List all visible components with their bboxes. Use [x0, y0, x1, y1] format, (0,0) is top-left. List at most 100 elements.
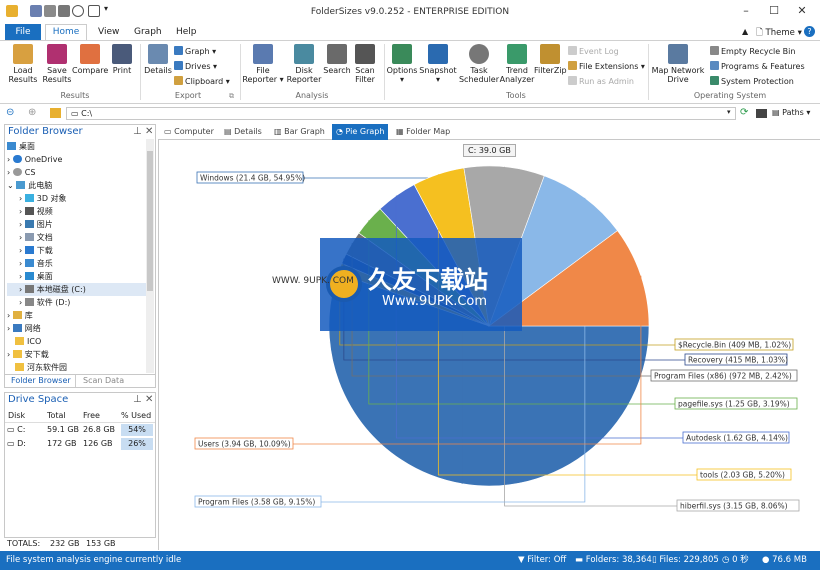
pin-icon[interactable]: ⊥: [133, 125, 142, 138]
console-icon[interactable]: [756, 109, 767, 118]
tools-group-label: Tools: [506, 91, 526, 100]
tree-item[interactable]: › 库: [7, 309, 147, 322]
collapse-ribbon-icon[interactable]: ▲: [742, 27, 748, 36]
save-results-button[interactable]: Save Results: [40, 44, 74, 84]
tab-bar-graph[interactable]: ▥ Bar Graph: [270, 124, 329, 140]
tree-item[interactable]: ICO: [7, 335, 147, 348]
slice-label: Program Files (3.58 GB, 9.15%): [198, 498, 315, 507]
tab-folder-map-label: Folder Map: [406, 127, 451, 136]
tree-item[interactable]: › OneDrive: [7, 153, 147, 166]
scrollbar-thumb[interactable]: [147, 151, 153, 291]
help-icon[interactable]: ?: [804, 26, 815, 37]
load-results-button[interactable]: Load Results: [6, 44, 40, 84]
folder-up-icon[interactable]: [50, 108, 61, 118]
tree-item[interactable]: › CS: [7, 166, 147, 179]
tree-item[interactable]: › 桌面: [7, 270, 147, 283]
tab-graph[interactable]: Graph: [126, 24, 170, 40]
header-used[interactable]: % Used: [121, 409, 151, 423]
pin-icon[interactable]: ⊥: [133, 393, 142, 406]
table-row[interactable]: ▭ C: 59.1 GB 26.8 GB 54%: [5, 423, 155, 437]
options-button[interactable]: Options ▾: [386, 44, 418, 84]
file-extensions-button[interactable]: File Extensions ▾: [568, 60, 645, 73]
forward-icon[interactable]: ⊕: [28, 107, 36, 118]
header-free[interactable]: Free: [83, 409, 100, 423]
tree-item[interactable]: › 音乐: [7, 257, 147, 270]
tree-item-label: 视频: [36, 207, 53, 216]
export-drives-button[interactable]: Drives ▾: [174, 60, 217, 73]
pie-chart: Windows (21.4 GB, 54.95%) $Recycle.Bin (4…: [194, 165, 800, 512]
event-log-button[interactable]: Event Log: [568, 45, 619, 58]
tree-item[interactable]: › 文档: [7, 231, 147, 244]
tab-pie-graph[interactable]: ◔ Pie Graph: [332, 124, 389, 140]
close-button[interactable]: ✕: [792, 4, 812, 18]
export-graph-button[interactable]: Graph ▾: [174, 45, 216, 58]
header-total[interactable]: Total: [47, 409, 66, 423]
path-dropdown-icon[interactable]: ▾: [727, 108, 731, 116]
file-menu[interactable]: File: [5, 24, 41, 40]
search-button[interactable]: Search: [322, 44, 352, 75]
close-pane-icon[interactable]: ✕: [145, 393, 153, 406]
map-network-drive-button[interactable]: Map Network Drive: [650, 44, 706, 84]
files-status: ▯ Files: 229,805: [652, 551, 719, 570]
export-clipboard-button[interactable]: Clipboard ▾: [174, 75, 230, 88]
file-reporter-button[interactable]: File Reporter ▾: [242, 44, 284, 84]
tab-help[interactable]: Help: [168, 24, 205, 40]
snapshot-button[interactable]: Snapshot ▾: [418, 44, 458, 84]
folder-icon: [12, 350, 22, 358]
tab-folder-browser[interactable]: Folder Browser: [7, 375, 76, 387]
network-drive-icon: [668, 44, 688, 64]
tree-item[interactable]: › 视频: [7, 205, 147, 218]
path-input[interactable]: ▭ C:\: [66, 107, 736, 120]
paths-button[interactable]: ▤ Paths ▾: [772, 108, 810, 117]
slice-label: hiberfil.sys (3.15 GB, 8.06%): [680, 502, 788, 511]
trend-analyzer-button[interactable]: Trend Analyzer: [498, 44, 536, 84]
pie-graph-icon: ◔: [336, 127, 346, 136]
tree-item[interactable]: ⌄ 此电脑: [7, 179, 147, 192]
pane-tabs: Folder Browser Scan Data: [5, 374, 155, 387]
export-launcher-icon[interactable]: ⧉: [229, 92, 234, 101]
close-pane-icon[interactable]: ✕: [145, 125, 153, 138]
theme-menu[interactable]: 🗋 Theme ▾: [756, 27, 802, 41]
tab-home[interactable]: Home: [45, 24, 87, 40]
tree-item[interactable]: 河东软件园: [7, 361, 147, 374]
compare-button[interactable]: Compare: [72, 44, 108, 75]
options-icon: [392, 44, 412, 64]
maximize-button[interactable]: ☐: [764, 4, 784, 18]
tree-item-selected[interactable]: › 本地磁盘 (C:): [7, 283, 147, 296]
scan-filter-button[interactable]: Scan Filter: [352, 44, 378, 84]
tree-item[interactable]: › 软件 (D:): [7, 296, 147, 309]
map-network-drive-label: Map Network Drive: [651, 66, 705, 84]
snapshot-label: Snapshot: [419, 66, 457, 75]
tree-item[interactable]: › 安下载: [7, 348, 147, 361]
run-as-admin-button[interactable]: Run as Admin: [568, 75, 634, 88]
user-icon: [12, 168, 22, 176]
tree-scrollbar[interactable]: [146, 139, 154, 373]
computer-icon: ▭: [164, 127, 175, 136]
filezip-label: FilterZip: [534, 66, 567, 75]
filezip-button[interactable]: FilterZip: [534, 44, 567, 75]
tree-item[interactable]: › 图片: [7, 218, 147, 231]
tab-details[interactable]: ▤ Details: [220, 124, 266, 140]
tab-folder-map[interactable]: ▦ Folder Map: [392, 124, 454, 140]
header-disk[interactable]: Disk: [8, 409, 25, 423]
tree-item[interactable]: › 下载: [7, 244, 147, 257]
tree-item-label: 网络: [24, 324, 41, 333]
back-icon[interactable]: ⊝: [6, 107, 14, 118]
tree-item[interactable]: › 3D 对象: [7, 192, 147, 205]
minimize-button[interactable]: –: [736, 4, 756, 18]
disk-reporter-button[interactable]: Disk Reporter: [284, 44, 324, 84]
refresh-icon[interactable]: ⟳: [740, 107, 748, 118]
watermark-line2: Www.9UPK.Com: [382, 294, 488, 309]
tab-computer[interactable]: ▭ Computer: [160, 124, 218, 140]
tree-item[interactable]: 桌面: [7, 140, 147, 153]
programs-features-button[interactable]: Programs & Features: [710, 60, 805, 73]
task-scheduler-button[interactable]: Task Scheduler: [456, 44, 502, 84]
tab-scan-data[interactable]: Scan Data: [83, 375, 124, 387]
system-protection-button[interactable]: System Protection: [710, 75, 794, 88]
details-button[interactable]: Details: [144, 44, 172, 75]
tree-item[interactable]: › 网络: [7, 322, 147, 335]
table-row[interactable]: ▭ D: 172 GB 126 GB 26%: [5, 437, 155, 451]
print-button[interactable]: Print: [108, 44, 136, 75]
tab-view[interactable]: View: [90, 24, 127, 40]
empty-recycle-bin-button[interactable]: Empty Recycle Bin: [710, 45, 795, 58]
